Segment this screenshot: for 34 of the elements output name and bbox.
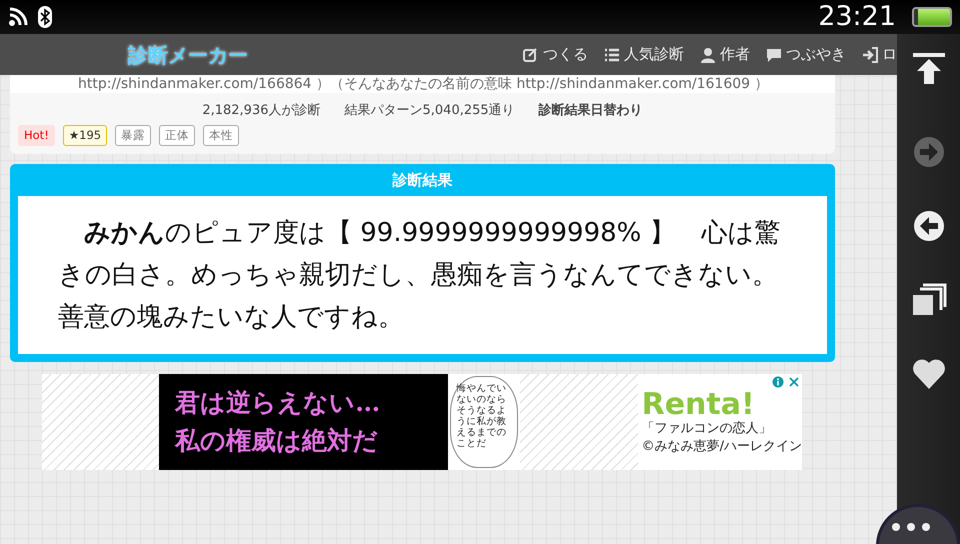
tag-chip[interactable]: 暴露	[115, 124, 152, 146]
speech-bubble: 悔やんでいないのならそうなるように私が教えるまでのことだ	[450, 376, 518, 468]
speech-bubble-icon	[766, 46, 782, 62]
stat-text: 結果パターン5,040,255通り	[344, 102, 515, 120]
hot-label: Hot!	[18, 124, 55, 146]
nav-link[interactable]: 作者	[700, 43, 750, 66]
person-icon	[700, 46, 716, 62]
result-text: みかんのピュア度は【 99.9999999999998% 】 心は驚きの白さ。めっちゃ親切だし、愚痴を言うなんてできない。善意の塊みたいな人ですね。	[18, 196, 827, 354]
site-logo[interactable]: 診断メーカー	[128, 40, 248, 70]
bluetooth-icon	[38, 6, 52, 28]
battery-icon	[912, 7, 952, 27]
info-icon[interactable]	[772, 376, 784, 388]
wifi-icon	[8, 7, 30, 27]
ad-title: 「ファルコンの恋人」	[642, 420, 773, 438]
nav-link[interactable]: つぶやき	[766, 43, 846, 66]
ad-banner[interactable]: 君は逆らえない… 私の権威は絶対だ 悔やんでいないのならそうなるように私が教えるまでのことだ Renta! 「ファルコンの恋人」 ©みなみ恵夢/ハーレクイン	[42, 374, 802, 470]
login-arrow-icon	[862, 46, 878, 62]
star-count: ★195	[62, 124, 108, 146]
tag-chip[interactable]: 正体	[159, 124, 196, 146]
nav-link[interactable]: つくる	[523, 43, 588, 66]
ad-headline: 私の権威は絶対だ	[175, 424, 380, 457]
nav-link[interactable]: ロ	[862, 43, 897, 66]
clock-time: 23:21	[818, 0, 896, 34]
brand-logo: Renta!	[642, 390, 755, 420]
list-icon	[604, 46, 620, 62]
ad-headline: 君は逆らえない…	[175, 386, 382, 419]
pencil-square-icon	[523, 46, 539, 62]
ad-credit: ©みなみ恵夢/ハーレクイン	[642, 438, 802, 456]
nav-link[interactable]: 人気診断	[604, 43, 684, 66]
close-icon[interactable]	[788, 376, 800, 388]
stat-text: 診断結果日替わり	[538, 102, 643, 120]
tag-chip[interactable]: 本性	[203, 124, 240, 146]
result-title: 診断結果	[391, 170, 454, 191]
stat-text: 2,182,936人が診断	[202, 102, 320, 120]
